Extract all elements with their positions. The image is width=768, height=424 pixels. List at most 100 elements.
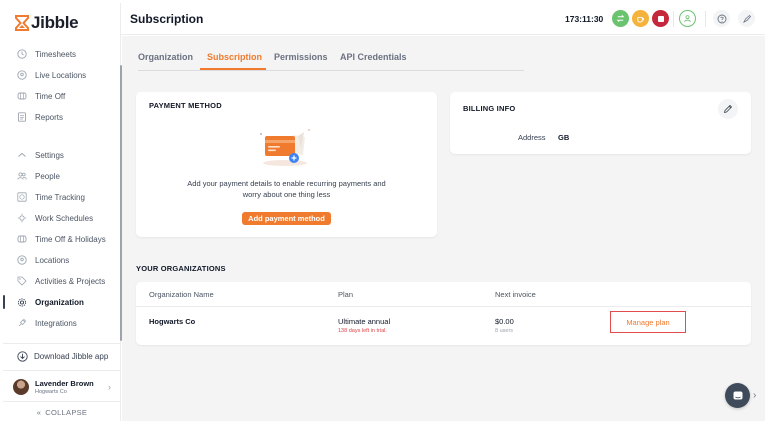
invoice-amount-cell: $0.00: [495, 317, 514, 326]
main-content: Organization Subscription Permissions AP…: [122, 36, 765, 421]
plug-icon: [17, 318, 27, 328]
chevron-right-icon[interactable]: ›: [753, 390, 756, 401]
edit-billing-button[interactable]: [718, 99, 738, 119]
chat-support-button[interactable]: [725, 383, 750, 408]
your-organizations-title: YOUR ORGANIZATIONS: [136, 264, 226, 273]
address-label: Address: [518, 133, 546, 142]
sidebar-item-label: Time Off & Holidays: [35, 234, 106, 244]
holidays-icon: [17, 234, 27, 244]
sidebar-item-people[interactable]: People: [3, 166, 119, 186]
sidebar-item-organization[interactable]: Organization: [3, 292, 119, 312]
billing-info-card: BILLING INFO Address GB: [450, 92, 751, 154]
plan-cell: Ultimate annual: [338, 317, 391, 326]
sidebar-item-time-off-holidays[interactable]: Time Off & Holidays: [3, 229, 119, 249]
sidebar-item-activities-projects[interactable]: Activities & Projects: [3, 271, 119, 291]
switch-activity-button[interactable]: [612, 10, 629, 27]
sidebar-item-label: Time Off: [35, 91, 66, 101]
app-name: Jibble: [31, 13, 79, 32]
organizations-table: Organization Name Plan Next invoice Hogw…: [136, 282, 751, 345]
sidebar-item-label: Work Schedules: [35, 213, 94, 223]
sidebar-item-integrations[interactable]: Integrations: [3, 313, 119, 333]
sidebar-item-label: Activities & Projects: [35, 276, 106, 286]
divider: [705, 11, 706, 27]
sidebar-item-label: Timesheets: [35, 49, 77, 59]
sidebar-item-time-tracking[interactable]: Time Tracking: [3, 187, 119, 207]
download-app-link[interactable]: Download Jibble app: [3, 345, 121, 367]
jibble-logo[interactable]: Jibble: [15, 13, 79, 33]
user-org: Hogwarts Co: [35, 389, 67, 395]
sidebar-item-label: Time Tracking: [35, 192, 85, 202]
tag-icon: [17, 276, 27, 286]
manage-plan-button[interactable]: Manage plan: [610, 311, 686, 333]
location-pin-icon: [17, 255, 27, 265]
sidebar-item-settings[interactable]: Settings: [3, 145, 119, 165]
table-divider: [136, 306, 751, 307]
clock-icon: [17, 49, 27, 59]
tab-permissions[interactable]: Permissions: [274, 52, 328, 62]
whats-new-button[interactable]: [738, 10, 755, 27]
chevron-up-icon: [17, 150, 27, 160]
user-name: Lavender Brown: [35, 379, 94, 388]
schedule-icon: [17, 213, 27, 223]
tab-organization[interactable]: Organization: [138, 52, 193, 62]
reports-icon: [17, 112, 27, 122]
time-off-icon: [17, 91, 27, 101]
sidebar-item-label: Reports: [35, 112, 64, 122]
sidebar-item-locations[interactable]: Locations: [3, 250, 119, 270]
divider: [3, 343, 121, 344]
sidebar-item-live-locations[interactable]: Live Locations: [3, 65, 119, 85]
switch-icon: [616, 14, 625, 23]
sidebar-item-reports[interactable]: Reports: [3, 107, 119, 127]
sidebar-item-label: Locations: [35, 255, 70, 265]
sidebar-item-label: People: [35, 171, 60, 181]
divider: [3, 401, 121, 402]
download-label: Download Jibble app: [34, 351, 109, 361]
download-icon: [17, 350, 28, 362]
user-profile[interactable]: Lavender Brown Hogwarts Co ›: [3, 373, 121, 401]
tab-api-credentials[interactable]: API Credentials: [340, 52, 407, 62]
timer: 173:11:30: [565, 14, 604, 24]
sidebar-item-time-off[interactable]: Time Off: [3, 86, 119, 106]
help-icon: [717, 14, 726, 23]
sidebar-item-label: Live Locations: [35, 70, 87, 80]
trial-note: 138 days left in trial.: [338, 328, 387, 334]
divider: [3, 370, 121, 371]
sidebar-item-work-schedules[interactable]: Work Schedules: [3, 208, 119, 228]
tab-subscription[interactable]: Subscription: [207, 52, 262, 62]
avatar: [13, 379, 29, 395]
sidebar-item-label: Organization: [35, 297, 84, 307]
payment-description-line-1: Add your payment details to enable recur…: [187, 179, 386, 188]
chevron-right-icon: ›: [108, 382, 111, 392]
add-payment-method-button[interactable]: Add payment method: [242, 212, 331, 225]
stop-button[interactable]: [652, 10, 669, 27]
collapse-button[interactable]: « COLLAPSE: [3, 403, 121, 421]
divider: [673, 11, 674, 27]
location-pin-icon: [17, 70, 27, 80]
stop-icon: [657, 15, 664, 22]
sidebar-item-label: Settings: [35, 150, 64, 160]
column-header-plan: Plan: [338, 290, 354, 299]
sidebar: Jibble Timesheets Live Locations Time Of…: [3, 3, 122, 421]
rocket-icon: [742, 14, 751, 23]
help-button[interactable]: [713, 10, 730, 27]
break-button[interactable]: [632, 10, 649, 27]
page-title: Subscription: [130, 12, 204, 26]
column-header-organization-name: Organization Name: [149, 290, 214, 299]
gear-icon: [17, 297, 27, 307]
user-icon: [684, 15, 691, 23]
payment-method-card: PAYMENT METHOD Add your payment details …: [136, 92, 437, 237]
settings-tabs: Organization Subscription Permissions AP…: [138, 44, 524, 71]
top-header: Subscription 173:11:30: [121, 3, 765, 35]
address-value: GB: [558, 133, 570, 142]
sidebar-item-timesheets[interactable]: Timesheets: [3, 44, 119, 64]
payment-description: Add your payment details to enable recur…: [136, 178, 437, 200]
column-header-next-invoice: Next invoice: [495, 290, 536, 299]
invoice-users-note: 8 users: [495, 328, 514, 334]
people-icon: [17, 171, 27, 181]
clock-in-user-button[interactable]: [679, 10, 696, 27]
active-tab-indicator: [200, 68, 266, 70]
sidebar-item-label: Integrations: [35, 318, 77, 328]
org-name-cell: Hogwarts Co: [149, 317, 196, 326]
payment-description-line-2: worry about one thing less: [242, 190, 331, 199]
coffee-icon: [637, 17, 644, 23]
